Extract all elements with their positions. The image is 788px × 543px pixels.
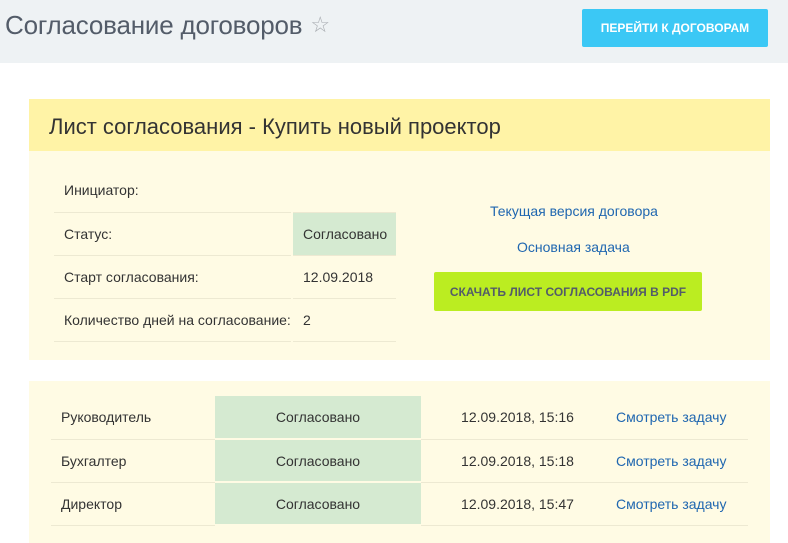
info-label: Инициатор: [54, 169, 292, 213]
status-badge: Согласовано [215, 396, 421, 440]
action-cell: Смотреть задачу [614, 439, 748, 483]
info-panel: Инициатор: Статус: Согласовано Старт сог… [29, 151, 770, 360]
info-value [291, 169, 396, 213]
info-label: Количество дней на согласование: [54, 298, 292, 342]
info-value: 2 [291, 298, 396, 342]
table-row: Директор Согласовано 12.09.2018, 15:47 С… [51, 482, 748, 526]
view-task-link[interactable]: Смотреть задачу [616, 496, 726, 512]
status-badge: Согласовано [291, 212, 396, 256]
approval-date: 12.09.2018, 15:16 [421, 396, 614, 440]
approver-role: Директор [51, 482, 215, 526]
info-label: Статус: [54, 212, 292, 256]
info-label: Старт согласования: [54, 255, 292, 299]
view-task-link[interactable]: Смотреть задачу [616, 409, 726, 425]
sheet-title: Лист согласования - Купить новый проекто… [49, 114, 501, 139]
current-version-link[interactable]: Текущая версия договора [490, 203, 658, 219]
status-badge: Согласовано [215, 439, 421, 483]
star-icon[interactable]: ☆ [310, 12, 330, 38]
table-row: Бухгалтер Согласовано 12.09.2018, 15:18 … [51, 439, 748, 483]
status-badge: Согласовано [215, 482, 421, 526]
info-row-days: Количество дней на согласование: 2 [54, 298, 396, 342]
action-cell: Смотреть задачу [614, 482, 748, 526]
approvals-table: Руководитель Согласовано 12.09.2018, 15:… [51, 396, 748, 526]
page-header: Согласование договоров ☆ Перейти к догово… [0, 0, 788, 63]
goto-contracts-button[interactable]: Перейти к договорам [582, 9, 768, 47]
info-row-start: Старт согласования: 12.09.2018 [54, 255, 396, 299]
view-task-link[interactable]: Смотреть задачу [616, 453, 726, 469]
table-row: Руководитель Согласовано 12.09.2018, 15:… [51, 396, 748, 440]
download-pdf-button[interactable]: Скачать лист согласования в PDF [434, 272, 702, 311]
approver-role: Руководитель [51, 396, 215, 440]
info-value: 12.09.2018 [291, 255, 396, 299]
main-task-link[interactable]: Основная задача [517, 239, 630, 255]
action-cell: Смотреть задачу [614, 396, 748, 440]
approval-date: 12.09.2018, 15:18 [421, 439, 614, 483]
page-title: Согласование договоров ☆ [5, 10, 330, 41]
info-table: Инициатор: Статус: Согласовано Старт сог… [54, 169, 396, 342]
approvals-panel: Руководитель Согласовано 12.09.2018, 15:… [29, 381, 770, 543]
info-row-status: Статус: Согласовано [54, 212, 396, 256]
approval-date: 12.09.2018, 15:47 [421, 482, 614, 526]
approver-role: Бухгалтер [51, 439, 215, 483]
page-title-text: Согласование договоров [5, 10, 303, 40]
sheet-title-bar: Лист согласования - Купить новый проекто… [29, 99, 770, 151]
info-row-initiator: Инициатор: [54, 169, 396, 213]
